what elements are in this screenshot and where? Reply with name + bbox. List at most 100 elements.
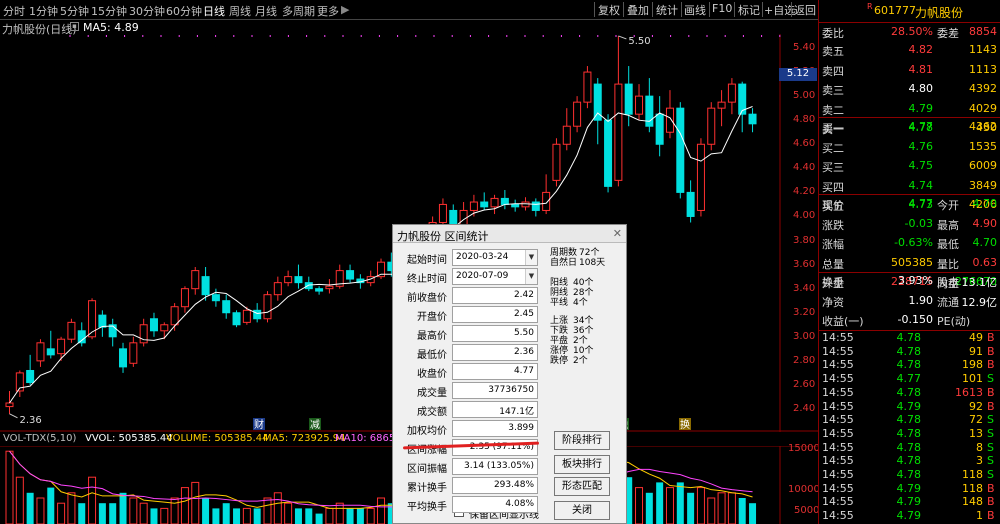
back-button[interactable]: 返回 [794, 2, 816, 18]
quote-value: -0.03 [904, 216, 933, 230]
tick-volume: 72 [969, 413, 983, 427]
candle-body [542, 191, 551, 211]
tick-direction: S [987, 426, 994, 440]
period-tab-60min[interactable]: 60分钟 [166, 3, 202, 19]
period-tab-multi[interactable]: 多周期 [282, 3, 315, 19]
period-tab-1min[interactable]: 1分钟 [29, 3, 58, 19]
sell-price: 4.80 [908, 82, 934, 96]
more-chevron-icon[interactable]: ▶ [341, 3, 349, 16]
tick-direction: B [987, 358, 995, 372]
tick-time: 14:55 [822, 454, 854, 468]
sell-row[interactable]: 卖四 4.81 1113 [819, 61, 1000, 81]
buy-volume: 3849 [969, 178, 997, 192]
volume-bar [273, 492, 282, 524]
sell-price: 4.82 [908, 43, 934, 56]
quote-value: 4.70 [972, 197, 998, 210]
event-marker-label: 减 [310, 419, 320, 431]
tick-time: 14:55 [822, 385, 854, 399]
candle-body [57, 338, 66, 355]
statistics-button[interactable]: 统计 [656, 2, 678, 18]
tick-row: 14:55 4.79 148 B [819, 495, 1000, 509]
candle-body [46, 348, 55, 356]
candle-body [36, 342, 45, 362]
period-tab-15min[interactable]: 15分钟 [91, 3, 127, 19]
f10-button[interactable]: F10 [712, 2, 732, 15]
close-button[interactable]: 关闭 [554, 501, 610, 520]
field-label: 起始时间 [407, 255, 447, 266]
pattern-match-button[interactable]: 形态匹配 [554, 477, 610, 496]
buy-row[interactable]: 买三 4.75 6009 [819, 157, 1000, 177]
candle-body [614, 83, 623, 181]
mark-button[interactable]: 标记 [738, 2, 760, 18]
chevron-down-icon[interactable]: ▼ [525, 269, 537, 284]
high-price-label: 5.50 [628, 36, 650, 47]
quote-label: 涨跌 [822, 218, 844, 232]
volume-bar [5, 450, 14, 524]
chart-options-icon[interactable]: ▪ [70, 22, 79, 31]
quote-value: -0.63% [894, 236, 933, 250]
quote-value: 4.70 [972, 236, 998, 250]
close-icon[interactable]: ✕ [613, 227, 622, 240]
stat-row: 收益(一) -0.150 PE(动) [819, 311, 1000, 331]
tick-direction: B [987, 385, 995, 399]
volume-bar [202, 498, 210, 524]
buy-label: 买四 [822, 180, 844, 194]
stat-label: PE(动) [937, 315, 971, 329]
buy-row[interactable]: 买一 4.77 4362 [819, 118, 1000, 138]
candle-body [191, 270, 200, 290]
tick-row: 14:55 4.78 91 B [819, 345, 1000, 359]
volume-bar [366, 507, 375, 524]
start-date-select[interactable]: 2020-03-24 ▼ [452, 249, 538, 266]
candle-body [129, 342, 138, 364]
period-tab-monthly[interactable]: 月线 [255, 3, 277, 19]
period-tab-more[interactable]: 更多 [317, 3, 339, 19]
quote-value: 505385 [891, 255, 933, 269]
candle-body [294, 276, 303, 284]
candle-body [119, 348, 128, 368]
sector-ranking-button[interactable]: 板块排行 [554, 455, 610, 474]
volume-bar [26, 492, 34, 524]
tick-volume: 101 [962, 372, 983, 386]
tick-price: 4.78 [896, 385, 922, 399]
tick-volume: 13 [969, 426, 983, 440]
sell-volume: 1113 [969, 62, 997, 76]
volume-indicator-name[interactable]: VOL-TDX(5,10) [3, 433, 76, 444]
stage-ranking-button[interactable]: 阶段排行 [554, 431, 610, 450]
vvol-value: VVOL: 505385.44 [85, 433, 173, 444]
tick-price: 4.78 [896, 454, 922, 468]
period-tab-daily[interactable]: 日线 [203, 3, 225, 19]
volume-bar [78, 503, 86, 524]
volume-bar [377, 497, 386, 524]
vol-axis-label: 15000 [788, 443, 820, 454]
sell-volume: 4029 [969, 101, 997, 115]
field-value: 2.36 [452, 344, 538, 361]
dialog-titlebar[interactable]: 力帆股份 区间统计 ✕ [393, 225, 626, 243]
tick-volume: 118 [962, 468, 983, 481]
period-tab-30min[interactable]: 30分钟 [129, 3, 165, 19]
volume-bar [160, 507, 169, 524]
period-tab-timeshare[interactable]: 分时 [3, 3, 25, 19]
draw-line-button[interactable]: 画线 [684, 2, 706, 18]
end-date-select[interactable]: 2020-07-09 ▼ [452, 268, 538, 285]
candle-body [490, 197, 499, 208]
tick-price: 4.78 [896, 426, 922, 440]
candle-body [696, 143, 705, 211]
overlay-button[interactable]: 叠加 [627, 2, 649, 18]
price-axis-label: 3.80 [793, 234, 816, 246]
period-tab-weekly[interactable]: 周线 [229, 3, 251, 19]
chevron-down-icon[interactable]: ▼ [525, 250, 537, 265]
quote-value: 0.63 [972, 255, 998, 269]
buy-row[interactable]: 买二 4.76 1535 [819, 138, 1000, 158]
restore-rights-button[interactable]: 复权 [598, 2, 620, 18]
tick-time: 14:55 [822, 426, 854, 440]
tick-price: 4.79 [896, 481, 922, 495]
low-price-label: 2.36 [20, 415, 42, 426]
candle-body [686, 191, 695, 217]
sell-row[interactable]: 卖五 4.82 1143 [819, 41, 1000, 61]
sell-volume: 4392 [969, 82, 997, 96]
volume-bar [233, 508, 241, 524]
sell-row[interactable]: 卖三 4.80 4392 [819, 80, 1000, 100]
tick-price: 4.79 [896, 509, 922, 523]
period-tab-5min[interactable]: 5分钟 [60, 3, 89, 19]
weibi-label: 委比 [822, 27, 844, 40]
